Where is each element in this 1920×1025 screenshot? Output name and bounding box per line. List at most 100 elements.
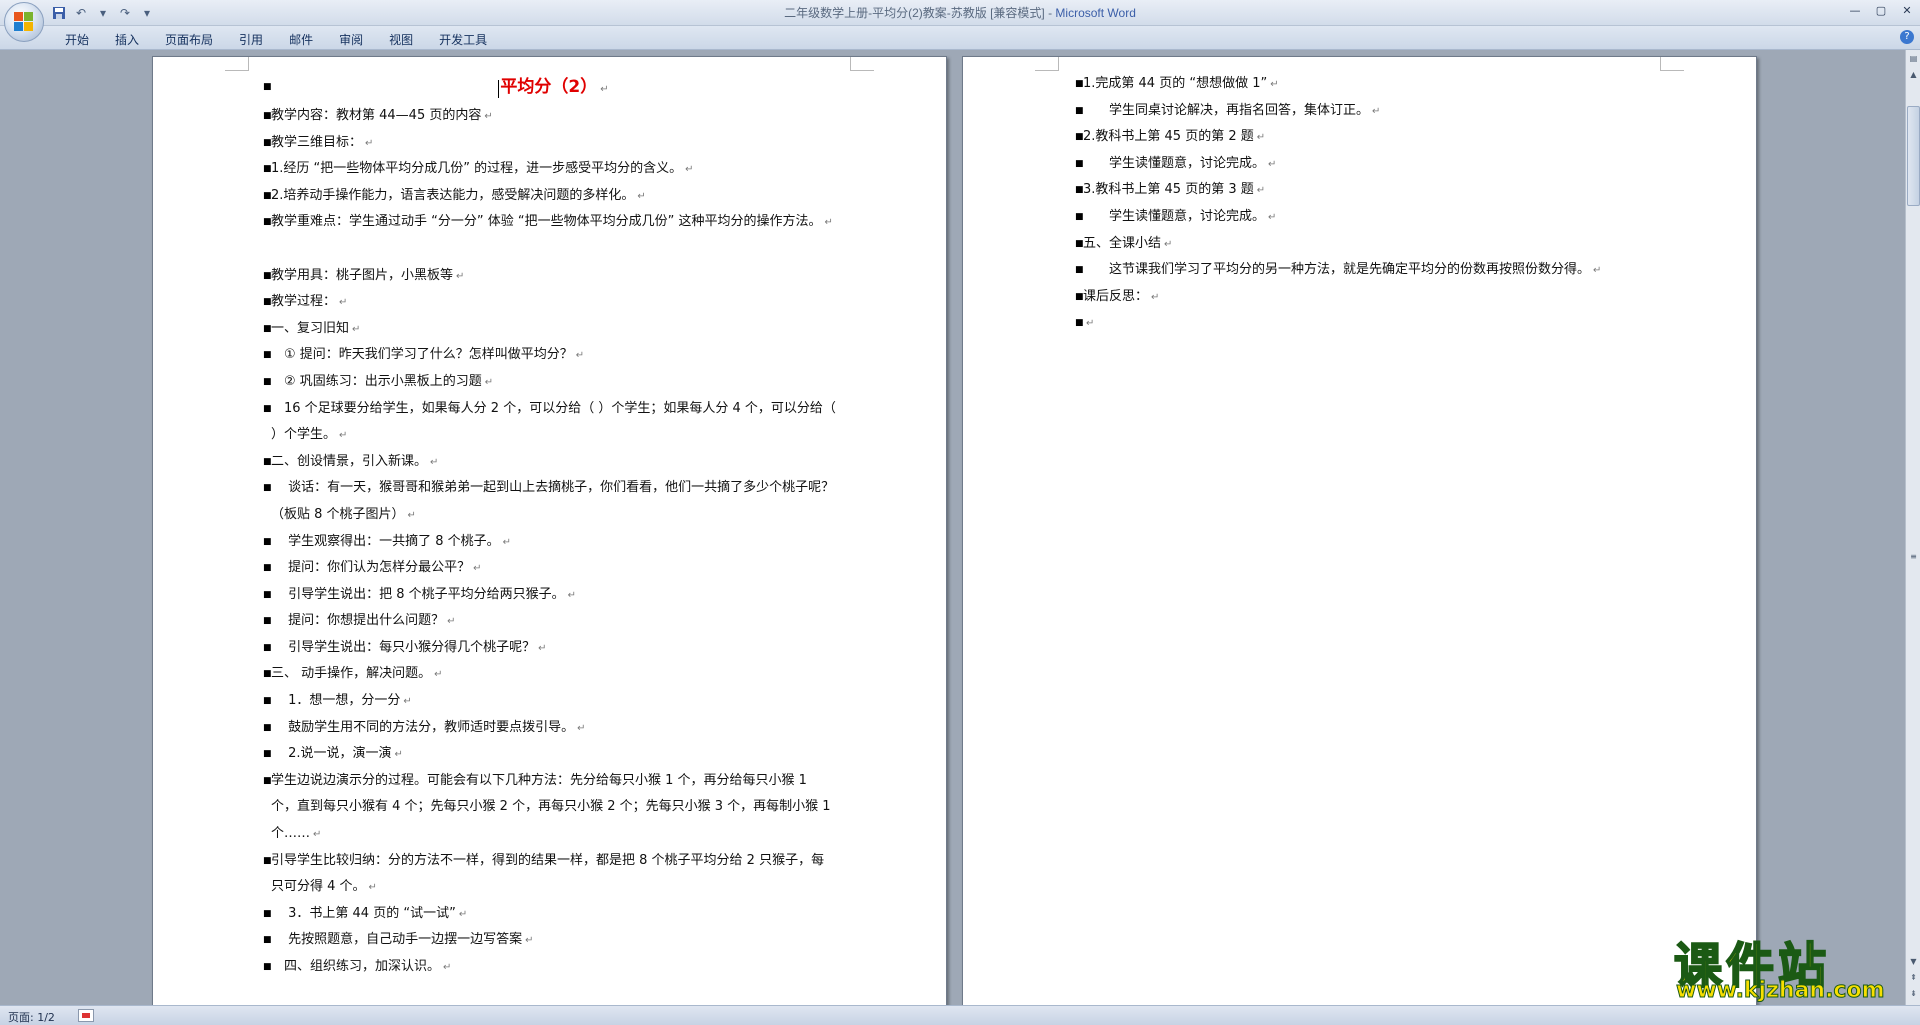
page-count[interactable]: 页面: 1/2: [8, 1009, 55, 1025]
paragraph-mark: ↵: [1268, 211, 1277, 223]
doc-paragraph[interactable]: ■ 五、全课小结 ↵: [1075, 231, 1663, 258]
doc-paragraph[interactable]: ■ 2.教科书上第 45 页的第 2 题 ↵: [1075, 124, 1663, 151]
scrollbar-thumb[interactable]: [1907, 106, 1920, 206]
paragraph-mark: ↵: [447, 616, 456, 628]
ruler-toggle-icon[interactable]: ▤: [1907, 52, 1920, 66]
vertical-scrollbar[interactable]: ▤ ▲ ≡ ▼ ⇞ ⇟: [1905, 50, 1920, 1005]
maximize-icon[interactable]: ▢: [1868, 0, 1894, 20]
doc-paragraph[interactable]: ■ 教学过程： ↵: [263, 289, 836, 316]
paragraph-bullet: ■: [263, 111, 272, 121]
paragraph-text: 1．想一想，分一分: [271, 693, 401, 709]
paragraph-bullet: ■: [263, 855, 272, 866]
paragraph-text: 引导学生说出：把 8 个桃子平均分给两只猴子。: [271, 586, 565, 602]
doc-paragraph[interactable]: ■ 引导学生说出：把 8 个桃子平均分给两只猴子。 ↵: [263, 582, 836, 609]
paragraph-mark: ↵: [567, 589, 577, 601]
tab-review[interactable]: 审阅: [326, 29, 376, 50]
paragraph-bullet: ■: [263, 323, 272, 334]
document-page-2[interactable]: ■ 1.完成第 44 页的 “想想做做 1” ↵ ■ 学生同桌讨论解决，再指名回答，…: [962, 56, 1757, 1005]
paragraph-mark: ↵: [339, 430, 348, 442]
previous-page-icon[interactable]: ⇞: [1907, 971, 1920, 985]
doc-paragraph[interactable]: ■ 四、组织练习，加深认识。 ↵: [263, 954, 836, 981]
doc-title[interactable]: 平均分（2）: [500, 77, 597, 97]
doc-paragraph[interactable]: ■ 提问：你想提出什么问题？ ↵: [263, 608, 836, 635]
doc-paragraph[interactable]: ■ 1.完成第 44 页的 “想想做做 1” ↵: [1075, 71, 1663, 98]
doc-paragraph[interactable]: ■ 3.教科书上第 45 页的第 3 题 ↵: [1075, 177, 1663, 204]
doc-paragraph[interactable]: ■ ② 巩固练习：出示小黑板上的习题 ↵: [263, 369, 836, 396]
doc-paragraph[interactable]: ■ 1．想一想，分一分 ↵: [263, 688, 836, 715]
document-page-1[interactable]: ■ 平均分（2） ↵ ■ 教学内容：教材第 44—45 页的内容 ↵ ■ 教学三维目标：…: [152, 56, 947, 1005]
paragraph-bullet: ■: [263, 137, 272, 148]
margin-corner: [225, 57, 249, 71]
doc-paragraph[interactable]: ■ 鼓励学生用不同的方法分，教师适时要点拨引导。 ↵: [263, 715, 836, 742]
doc-paragraph[interactable]: ■ 3．书上第 44 页的 “试一试” ↵: [263, 901, 836, 928]
margin-corner: [850, 57, 874, 71]
doc-paragraph[interactable]: ■ 教学重难点：学生通过动手 “分一分” 体验 “把一些物体平均分成几份” 这种平…: [263, 209, 836, 262]
doc-paragraph[interactable]: ■ ① 提问：昨天我们学习了什么？怎样叫做平均分？ ↵: [263, 342, 836, 369]
paragraph-bullet: ■: [263, 908, 272, 919]
tab-developer[interactable]: 开发工具: [426, 29, 500, 50]
tab-mailings[interactable]: 邮件: [276, 29, 326, 50]
paragraph-mark: ↵: [824, 217, 833, 229]
paragraph-text: 教学用具：桃子图片，小黑板等: [271, 267, 454, 283]
paragraph-bullet: ■: [263, 270, 272, 281]
doc-paragraph[interactable]: ■ 学生观察得出：一共摘了 8 个桃子。 ↵: [263, 529, 836, 556]
doc-paragraph[interactable]: ■ 学生同桌讨论解决，再指名回答，集体订正。 ↵: [1075, 98, 1663, 125]
next-page-icon[interactable]: ⇟: [1907, 987, 1920, 1001]
doc-paragraph[interactable]: ■ 2.说一说，演一演 ↵: [263, 741, 836, 768]
help-icon[interactable]: ?: [1900, 30, 1914, 44]
paragraph-mark: ↵: [1372, 105, 1381, 117]
tab-view[interactable]: 视图: [376, 29, 426, 50]
paragraph-text: 谈话：有一天，猴哥哥和猴弟弟一起到山上去摘桃子，你们看看，他们一共摘了多少个桃子…: [271, 480, 835, 522]
doc-paragraph[interactable]: ■ ↵: [1075, 310, 1663, 337]
minimize-icon[interactable]: —: [1842, 0, 1868, 20]
doc-paragraph[interactable]: ■ 这节课我们学习了平均分的另一种方法，就是先确定平均分的份数再按照份数分得。 ↵: [1075, 257, 1663, 284]
paragraph-mark: ↵: [352, 323, 361, 335]
doc-paragraph[interactable]: ■ 提问：你们认为怎样分最公平？ ↵: [263, 555, 836, 582]
tab-home[interactable]: 开始: [52, 29, 102, 50]
doc-paragraph[interactable]: ■ 谈话：有一天，猴哥哥和猴弟弟一起到山上去摘桃子，你们看看，他们一共摘了多少个…: [263, 475, 836, 528]
doc-paragraph[interactable]: ■ 引导学生说出：每只小猴分得几个桃子呢？ ↵: [263, 635, 836, 662]
doc-paragraph[interactable]: ■ 16 个足球要分给学生，如果每人分 2 个，可以分给（ ）个学生；如果每人分…: [263, 396, 836, 449]
scroll-down-icon[interactable]: ▼: [1907, 955, 1920, 969]
doc-paragraph[interactable]: ■ 学生边说边演示分的过程。可能会有以下几种方法：先分给每只小猴 1 个，再分给每…: [263, 768, 836, 848]
tab-page-layout[interactable]: 页面布局: [152, 29, 226, 50]
margin-corner: [1035, 57, 1059, 71]
paragraph-mark: ↵: [484, 111, 493, 122]
paragraph-text: 五、全课小结: [1083, 235, 1162, 251]
doc-paragraph[interactable]: ■ 一、复习旧知 ↵: [263, 316, 836, 343]
doc-paragraph[interactable]: ■ 二、创设情景，引入新课。 ↵: [263, 449, 836, 476]
paragraph-mark: ↵: [577, 722, 586, 734]
paragraph-bullet: ■: [263, 696, 272, 707]
doc-paragraph[interactable]: ■ 1.经历 “把一些物体平均分成几份” 的过程，进一步感受平均分的含义。 ↵: [263, 156, 836, 183]
doc-paragraph[interactable]: ■ 学生读懂题意，讨论完成。 ↵: [1075, 204, 1663, 231]
proofing-icon[interactable]: [78, 1009, 94, 1022]
doc-paragraph[interactable]: ■ 学生读懂题意，讨论完成。 ↵: [1075, 151, 1663, 178]
paragraph-text: 学生边说边演示分的过程。可能会有以下几种方法：先分给每只小猴 1 个，再分给每只…: [271, 772, 831, 842]
close-icon[interactable]: ✕: [1894, 0, 1920, 20]
paragraph-mark: ↵: [473, 563, 482, 575]
doc-paragraph[interactable]: ■ 先按照题意，自己动手一边摆一边写答案 ↵: [263, 927, 836, 954]
doc-paragraph[interactable]: ■ 教学用具：桃子图片，小黑板等 ↵: [263, 263, 836, 290]
paragraph-text: 学生同桌讨论解决，再指名回答，集体订正。: [1083, 102, 1370, 118]
doc-paragraph[interactable]: ■ 课后反思： ↵: [1075, 284, 1663, 311]
doc-paragraph[interactable]: ■ 教学三维目标： ↵: [263, 130, 836, 157]
paragraph-bullet: ■: [263, 350, 272, 361]
doc-paragraph[interactable]: ■ 教学内容：教材第 44—45 页的内容 ↵: [263, 103, 836, 130]
doc-paragraph[interactable]: ■ 三、 动手操作，解决问题。 ↵: [263, 661, 836, 688]
paragraph-text: 提问：你想提出什么问题？: [271, 613, 445, 629]
doc-paragraph[interactable]: ■ 引导学生比较归纳：分的方法不一样，得到的结果一样，都是把 8 个桃子平均分给 …: [263, 848, 836, 901]
paragraph-bullet: ■: [263, 217, 272, 228]
paragraph-text: 二、创设情景，引入新课。: [271, 453, 428, 469]
doc-paragraph[interactable]: ■ 2.培养动手操作能力，语言表达能力，感受解决问题的多样化。 ↵: [263, 183, 836, 210]
paragraph-mark: ↵: [1086, 318, 1095, 330]
scroll-up-icon[interactable]: ▲: [1907, 68, 1920, 82]
office-button[interactable]: [4, 2, 44, 42]
paragraph-text: 2.说一说，演一演: [271, 746, 392, 762]
page-2-content: ■ 1.完成第 44 页的 “想想做做 1” ↵ ■ 学生同桌讨论解决，再指名回答，…: [1075, 71, 1663, 337]
paragraph-mark: ↵: [1151, 291, 1160, 303]
paragraph-bullet: ■: [263, 616, 272, 627]
tab-references[interactable]: 引用: [226, 29, 276, 50]
split-handle-icon[interactable]: ≡: [1907, 550, 1920, 564]
paragraph-text: 先按照题意，自己动手一边摆一边写答案: [271, 932, 523, 948]
tab-insert[interactable]: 插入: [102, 29, 152, 50]
